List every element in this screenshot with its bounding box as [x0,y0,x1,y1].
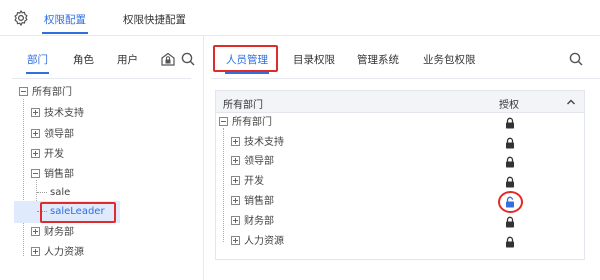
tree-item-leadership[interactable]: 领导部 [31,126,74,144]
table-header: 所有部门 授权 [216,91,584,113]
tree-item-sales[interactable]: 销售部 [31,166,74,184]
department-lock-icon[interactable] [160,51,176,67]
row-label: 领导部 [244,156,274,167]
expand-toggle[interactable] [31,148,40,158]
lock-icon[interactable] [505,216,515,228]
expand-toggle[interactable] [31,107,40,117]
tab-permission-config[interactable]: 权限配置 [42,12,88,34]
tree-item-label: 所有部门 [32,87,72,98]
tree-item-label: 开发 [44,149,64,160]
chevron-up-icon[interactable] [566,97,576,107]
expand-toggle[interactable] [31,128,40,138]
tab-department[interactable]: 部门 [26,52,49,74]
tree-item-finance[interactable]: 财务部 [31,224,74,242]
expand-toggle[interactable] [231,155,240,165]
row-label: 销售部 [244,196,274,207]
top-bar: 权限配置 权限快捷配置 [0,0,600,36]
column-header-department: 所有部门 [223,100,263,111]
table-row[interactable]: 人力资源 [231,233,284,251]
expand-toggle[interactable] [31,246,40,256]
tab-management-system[interactable]: 管理系统 [357,52,399,67]
highlight-annotation [213,45,278,72]
lock-icon[interactable] [505,156,515,168]
search-icon[interactable] [568,51,584,67]
divider [211,78,600,79]
tree-item-root[interactable]: 所有部门 [19,84,72,102]
table-row[interactable]: 财务部 [231,213,274,231]
collapse-toggle[interactable] [219,116,228,126]
tab-permission-quick-config[interactable]: 权限快捷配置 [123,12,186,27]
lock-icon[interactable] [505,137,515,149]
collapse-toggle[interactable] [31,168,40,178]
tree-item-tech-support[interactable]: 技术支持 [31,105,84,123]
tree-item-label: 销售部 [44,169,74,180]
expand-toggle[interactable] [231,235,240,245]
collapse-toggle[interactable] [19,86,28,96]
row-label: 人力资源 [244,236,284,247]
gear-icon[interactable] [12,9,30,27]
tab-role[interactable]: 角色 [73,52,94,67]
expand-toggle[interactable] [31,226,40,236]
table-row[interactable]: 技术支持 [231,134,284,152]
tree-item-label: 领导部 [44,129,74,140]
tree-guide-line [23,99,24,256]
unlock-icon[interactable] [505,196,515,208]
highlight-annotation [40,202,116,223]
row-label: 所有部门 [232,117,272,128]
tree-guide-line [223,128,224,242]
divider [12,78,191,79]
row-label: 技术支持 [244,137,284,148]
table-row[interactable]: 开发 [231,173,264,191]
row-label: 开发 [244,176,264,187]
row-label: 财务部 [244,216,274,227]
lock-icon[interactable] [505,176,515,188]
tree-item-label: sale [50,187,71,198]
tree-item-label: 人力资源 [44,247,84,258]
tree-item-label: 技术支持 [44,108,84,119]
tab-business-package-permission[interactable]: 业务包权限 [423,52,476,67]
expand-toggle[interactable] [231,175,240,185]
expand-toggle[interactable] [231,215,240,225]
lock-icon[interactable] [505,117,515,129]
table-row[interactable]: 销售部 [231,193,274,211]
search-icon[interactable] [180,51,196,67]
column-header-authorization: 授权 [499,100,519,111]
tree-item-sale[interactable]: sale [37,184,70,202]
tree-connector [37,191,47,193]
tree-item-label: 财务部 [44,227,74,238]
tab-directory-permission[interactable]: 目录权限 [293,52,335,67]
table-row[interactable]: 所有部门 [219,114,272,132]
lock-icon[interactable] [505,236,515,248]
tree-item-development[interactable]: 开发 [31,146,64,164]
table-row[interactable]: 领导部 [231,153,274,171]
tree-item-hr[interactable]: 人力资源 [31,244,84,262]
tab-user[interactable]: 用户 [117,52,138,67]
expand-toggle[interactable] [231,136,240,146]
expand-toggle[interactable] [231,195,240,205]
